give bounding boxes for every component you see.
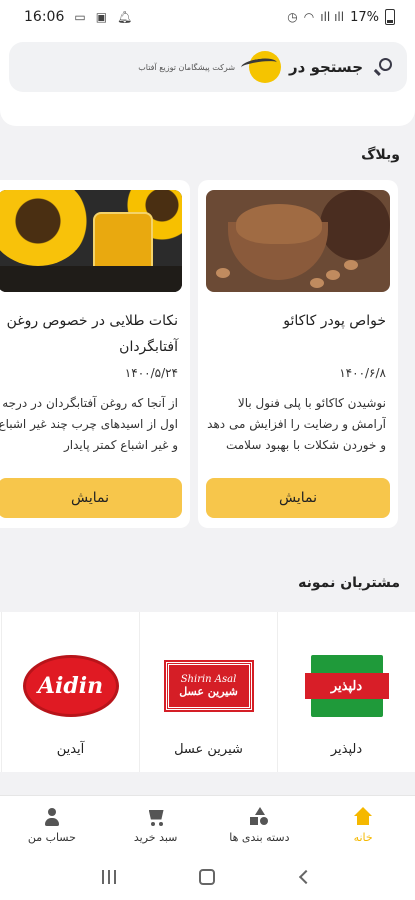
- search-bar[interactable]: جستجو در شرکت پیشگامان توزیع آفتاب: [9, 42, 407, 92]
- customer-logo: دلپذیر: [297, 652, 397, 720]
- status-bar: 16:06 ▭ ▣ 🔔︎ ◷ ◠ ıll ıll 17%: [0, 0, 415, 34]
- battery-icon: [385, 9, 395, 25]
- wifi-icon: ◠: [303, 10, 315, 24]
- blog-card-image: [206, 190, 390, 292]
- back-icon: [298, 869, 313, 884]
- customers-section-title: مشتریان نمونه: [298, 575, 400, 591]
- blog-card[interactable]: نکات طلایی در خصوص روغن آفتابگردان ۱۴۰۰/…: [0, 180, 190, 528]
- status-left: 16:06 ▭ ▣ 🔔︎: [24, 9, 132, 25]
- search-icon[interactable]: [373, 57, 393, 77]
- blog-section-title: وبلاگ: [361, 147, 400, 163]
- customer-item-shirin-asal[interactable]: Shirin Asal شیرین عسل شیرین عسل: [139, 612, 277, 772]
- customer-logo: Aidin: [21, 652, 121, 720]
- signal-icon: ıll ıll: [320, 10, 345, 24]
- status-time: 16:06: [24, 9, 65, 25]
- shirin-asal-logo-icon: Shirin Asal شیرین عسل: [163, 660, 254, 712]
- nav-item-account[interactable]: حساب من: [0, 796, 104, 854]
- bottom-nav: خانه دسته بندی ها سبد خرید حساب من: [0, 795, 415, 853]
- blog-card[interactable]: خواص پودر کاکائو ۱۴۰۰/۶/۸ نوشیدن کاکائو …: [198, 180, 398, 528]
- blog-card-excerpt: از آنجا که روغن آفتابگردان در درجه اول ا…: [0, 396, 178, 452]
- battery-percent: 17%: [350, 9, 379, 25]
- shirin-asal-logo-text: Shirin Asal: [180, 674, 237, 685]
- customer-name: آیدین: [56, 742, 85, 757]
- nav-label: خانه: [353, 830, 373, 844]
- brand-logo-icon: [240, 51, 282, 83]
- home-icon: [353, 806, 373, 827]
- customer-item-aidin[interactable]: Aidin آیدین: [1, 612, 139, 772]
- dalpazir-logo-icon: دلپذیر: [304, 655, 389, 717]
- categories-icon: [249, 806, 269, 827]
- customer-logo: Shirin Asal شیرین عسل: [159, 652, 259, 720]
- shirin-asal-logo-sub: شیرین عسل: [179, 685, 238, 698]
- nav-label: سبد خرید: [133, 830, 178, 844]
- nav-item-categories[interactable]: دسته بندی ها: [208, 796, 312, 854]
- blog-card-image: [0, 190, 182, 292]
- image-icon: ▣: [95, 10, 108, 24]
- blog-card-title: نکات طلایی در خصوص روغن آفتابگردان: [6, 313, 178, 355]
- notification-icon: 🔔︎: [117, 10, 133, 24]
- customer-name: دلپذیر: [330, 742, 363, 757]
- nav-item-home[interactable]: خانه: [311, 796, 415, 854]
- customer-name: شیرین عسل: [174, 742, 243, 757]
- system-nav-bar: [0, 853, 415, 900]
- header: جستجو در شرکت پیشگامان توزیع آفتاب: [0, 34, 415, 96]
- account-icon: [42, 807, 62, 827]
- recent-apps-icon: [102, 869, 117, 884]
- message-icon: ▭: [74, 10, 86, 24]
- nav-label: حساب من: [27, 830, 76, 844]
- blog-card-date: ۱۴۰۰/۶/۸: [339, 366, 386, 380]
- search-label: جستجو در: [289, 58, 363, 76]
- home-button[interactable]: [197, 867, 217, 887]
- alarm-icon: ◷: [287, 10, 298, 24]
- blog-card-excerpt: نوشیدن کاکائو با پلی فنول بالا آرامش و ر…: [207, 396, 386, 452]
- show-button[interactable]: نمایش: [206, 478, 390, 518]
- blog-card-date: ۱۴۰۰/۵/۲۴: [124, 366, 178, 380]
- aidin-logo-icon: Aidin: [22, 655, 119, 717]
- show-button[interactable]: نمایش: [0, 478, 182, 518]
- back-button[interactable]: [296, 867, 316, 887]
- customer-item-dalpazir[interactable]: دلپذیر دلپذیر: [277, 612, 415, 772]
- dalpazir-logo-text: دلپذیر: [304, 673, 389, 699]
- blog-card-title: خواص پودر کاکائو: [283, 313, 386, 329]
- recent-apps-button[interactable]: [99, 867, 119, 887]
- cart-icon: [146, 807, 166, 827]
- category-strip: [0, 96, 415, 126]
- brand-text: شرکت پیشگامان توزیع آفتاب: [138, 62, 236, 72]
- status-right: ◷ ◠ ıll ıll 17%: [287, 9, 395, 25]
- home-square-icon: [199, 868, 216, 885]
- nav-item-cart[interactable]: سبد خرید: [104, 796, 208, 854]
- customers-list: دلپذیر دلپذیر Shirin Asal شیرین عسل شیری…: [0, 612, 415, 772]
- nav-label: دسته بندی ها: [229, 830, 290, 844]
